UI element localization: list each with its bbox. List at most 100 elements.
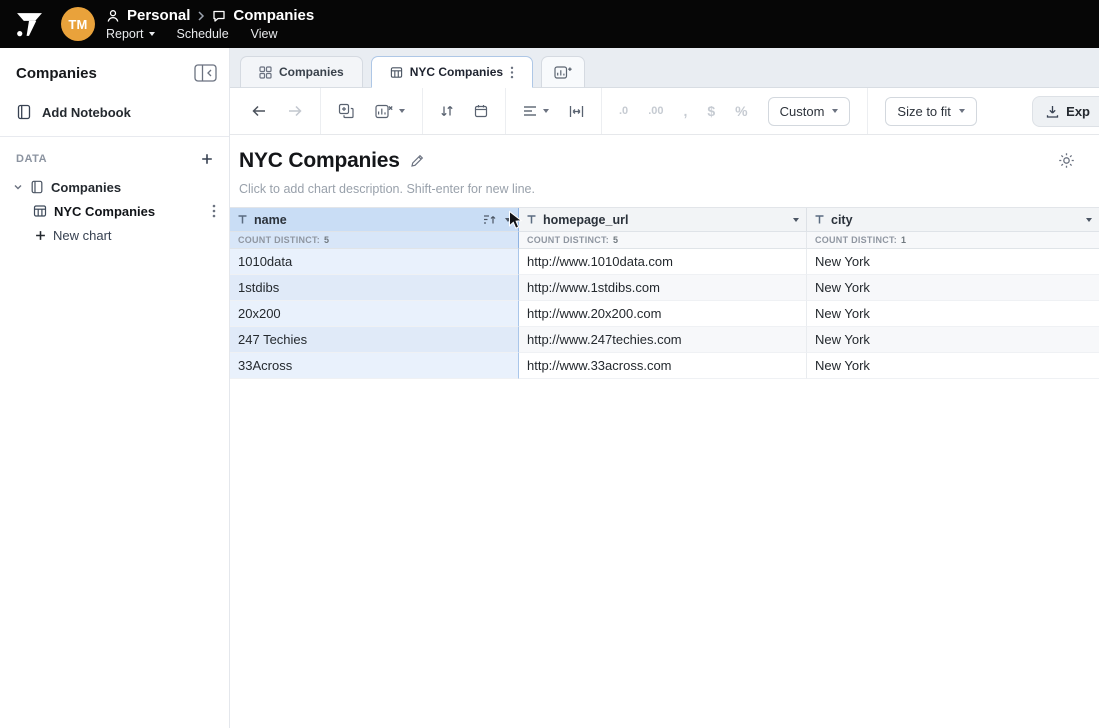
new-tab-button[interactable]	[541, 56, 585, 88]
top-bar: TM Personal Companies Report Schedule Vi…	[0, 0, 1099, 48]
forward-button[interactable]	[287, 104, 303, 118]
gear-icon[interactable]	[1058, 152, 1075, 169]
column-stats-homepage-url: Count distinct: 5	[519, 232, 807, 249]
chevron-down-icon[interactable]	[13, 182, 23, 192]
sidebar-header: Companies	[0, 48, 229, 92]
fit-width-icon[interactable]	[569, 105, 584, 118]
column-header-homepage-url[interactable]: homepage_url	[519, 208, 807, 232]
size-to-fit-dropdown[interactable]: Size to fit	[885, 97, 976, 126]
cell-name[interactable]: 1stdibs	[230, 275, 519, 301]
chat-icon	[212, 9, 226, 23]
notebook-icon	[16, 104, 32, 120]
data-section-label: DATA	[16, 153, 47, 165]
breadcrumb-workspace[interactable]: Personal	[127, 7, 190, 24]
column-name: homepage_url	[543, 213, 628, 227]
align-group	[505, 88, 601, 134]
chart-description-placeholder[interactable]: Click to add chart description. Shift-en…	[230, 173, 1099, 196]
text-type-icon	[814, 214, 825, 225]
duplicate-table-icon[interactable]	[338, 103, 355, 119]
pencil-icon[interactable]	[410, 154, 424, 168]
sort-asc-icon[interactable]	[483, 214, 496, 225]
comma-format-icon[interactable]: ,	[683, 103, 687, 119]
menu-schedule[interactable]: Schedule	[177, 27, 229, 41]
avatar[interactable]: TM	[61, 7, 95, 41]
cell-city[interactable]: New York	[807, 353, 1099, 379]
align-button[interactable]	[523, 105, 549, 117]
cell-city[interactable]: New York	[807, 275, 1099, 301]
cell-name[interactable]: 247 Techies	[230, 327, 519, 353]
cell-city[interactable]: New York	[807, 301, 1099, 327]
tab-nyc-companies[interactable]: NYC Companies	[371, 56, 533, 88]
calendar-icon[interactable]	[474, 104, 488, 118]
chevron-down-icon[interactable]	[1086, 218, 1092, 222]
breadcrumb-project[interactable]: Companies	[233, 7, 314, 24]
breadcrumb: Personal Companies	[106, 7, 314, 24]
column-stats-city: Count distinct: 1	[807, 232, 1099, 249]
table-row: 20x200 http://www.20x200.com New York	[230, 301, 1099, 327]
column-stats-name: Count distinct: 5	[230, 232, 519, 249]
increase-decimal-icon[interactable]: .00	[648, 105, 663, 117]
column-header-name[interactable]: name	[230, 208, 519, 232]
stat-value: 5	[324, 235, 329, 245]
cell-name[interactable]: 20x200	[230, 301, 519, 327]
table-row: 33Across http://www.33across.com New Yor…	[230, 353, 1099, 379]
sort-group	[422, 88, 505, 134]
column-name: city	[831, 213, 853, 227]
insert-group	[320, 88, 422, 134]
chevron-down-icon[interactable]	[505, 218, 511, 222]
chevron-down-icon	[399, 109, 405, 113]
table-icon	[33, 204, 47, 218]
cell-homepage-url[interactable]: http://www.20x200.com	[519, 301, 807, 327]
format-group: .0 .00 , $ % Custom	[601, 88, 867, 134]
table-stats-row: Count distinct: 5 Count distinct: 5 Coun…	[230, 232, 1099, 249]
tree-item-label: NYC Companies	[54, 204, 155, 219]
cell-homepage-url[interactable]: http://www.33across.com	[519, 353, 807, 379]
custom-format-dropdown[interactable]: Custom	[768, 97, 851, 126]
currency-format-icon[interactable]: $	[707, 103, 715, 119]
chart-type-button[interactable]	[375, 104, 405, 119]
menu-report[interactable]: Report	[106, 27, 155, 41]
cell-city[interactable]: New York	[807, 249, 1099, 275]
stat-value: 5	[613, 235, 618, 245]
menu-view[interactable]: View	[251, 27, 278, 41]
export-button[interactable]: Exp	[1032, 96, 1099, 127]
add-notebook-button[interactable]: Add Notebook	[0, 92, 229, 136]
kebab-menu-icon[interactable]	[209, 204, 219, 218]
new-chart-label: New chart	[53, 228, 112, 243]
add-data-plus-icon[interactable]	[201, 153, 213, 165]
table-header-row: name homepage_url	[230, 208, 1099, 232]
cell-homepage-url[interactable]: http://www.247techies.com	[519, 327, 807, 353]
percent-format-icon[interactable]: %	[735, 103, 747, 119]
menu-report-label: Report	[106, 27, 144, 41]
new-chart-button[interactable]: New chart	[0, 223, 229, 247]
cell-name[interactable]: 1010data	[230, 249, 519, 275]
chevron-down-icon	[959, 109, 965, 113]
download-icon	[1046, 105, 1059, 118]
collapse-sidebar-icon[interactable]	[194, 64, 217, 82]
cell-homepage-url[interactable]: http://www.1010data.com	[519, 249, 807, 275]
chevron-down-icon[interactable]	[793, 218, 799, 222]
plus-icon	[35, 230, 46, 241]
kebab-menu-icon[interactable]	[510, 66, 514, 79]
chevron-down-icon	[149, 32, 155, 36]
chevron-down-icon	[543, 109, 549, 113]
cell-name[interactable]: 33Across	[230, 353, 519, 379]
main-area: Companies NYC Companies	[230, 48, 1099, 728]
back-button[interactable]	[251, 104, 267, 118]
text-type-icon	[526, 214, 537, 225]
page-title[interactable]: NYC Companies	[239, 149, 400, 173]
column-header-city[interactable]: city	[807, 208, 1099, 232]
cell-homepage-url[interactable]: http://www.1stdibs.com	[519, 275, 807, 301]
tab-companies[interactable]: Companies	[240, 56, 363, 88]
decrease-decimal-icon[interactable]: .0	[619, 105, 628, 117]
tree-item-label: Companies	[51, 180, 121, 195]
title-row: NYC Companies	[230, 135, 1099, 173]
tree-item-companies[interactable]: Companies	[0, 175, 229, 199]
topbar-nav: Personal Companies Report Schedule View	[106, 7, 314, 41]
sort-icon[interactable]	[440, 104, 454, 118]
app-logo[interactable]	[16, 11, 43, 38]
cell-city[interactable]: New York	[807, 327, 1099, 353]
chart-plus-icon	[554, 65, 572, 80]
history-group	[234, 88, 320, 134]
tree-item-nyc-companies[interactable]: NYC Companies	[0, 199, 229, 223]
